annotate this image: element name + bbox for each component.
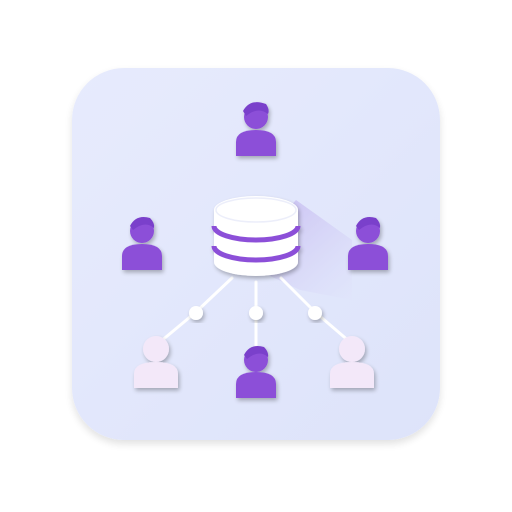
app-icon (0, 0, 512, 512)
database-users-icon (72, 68, 440, 440)
database-icon (211, 196, 301, 276)
